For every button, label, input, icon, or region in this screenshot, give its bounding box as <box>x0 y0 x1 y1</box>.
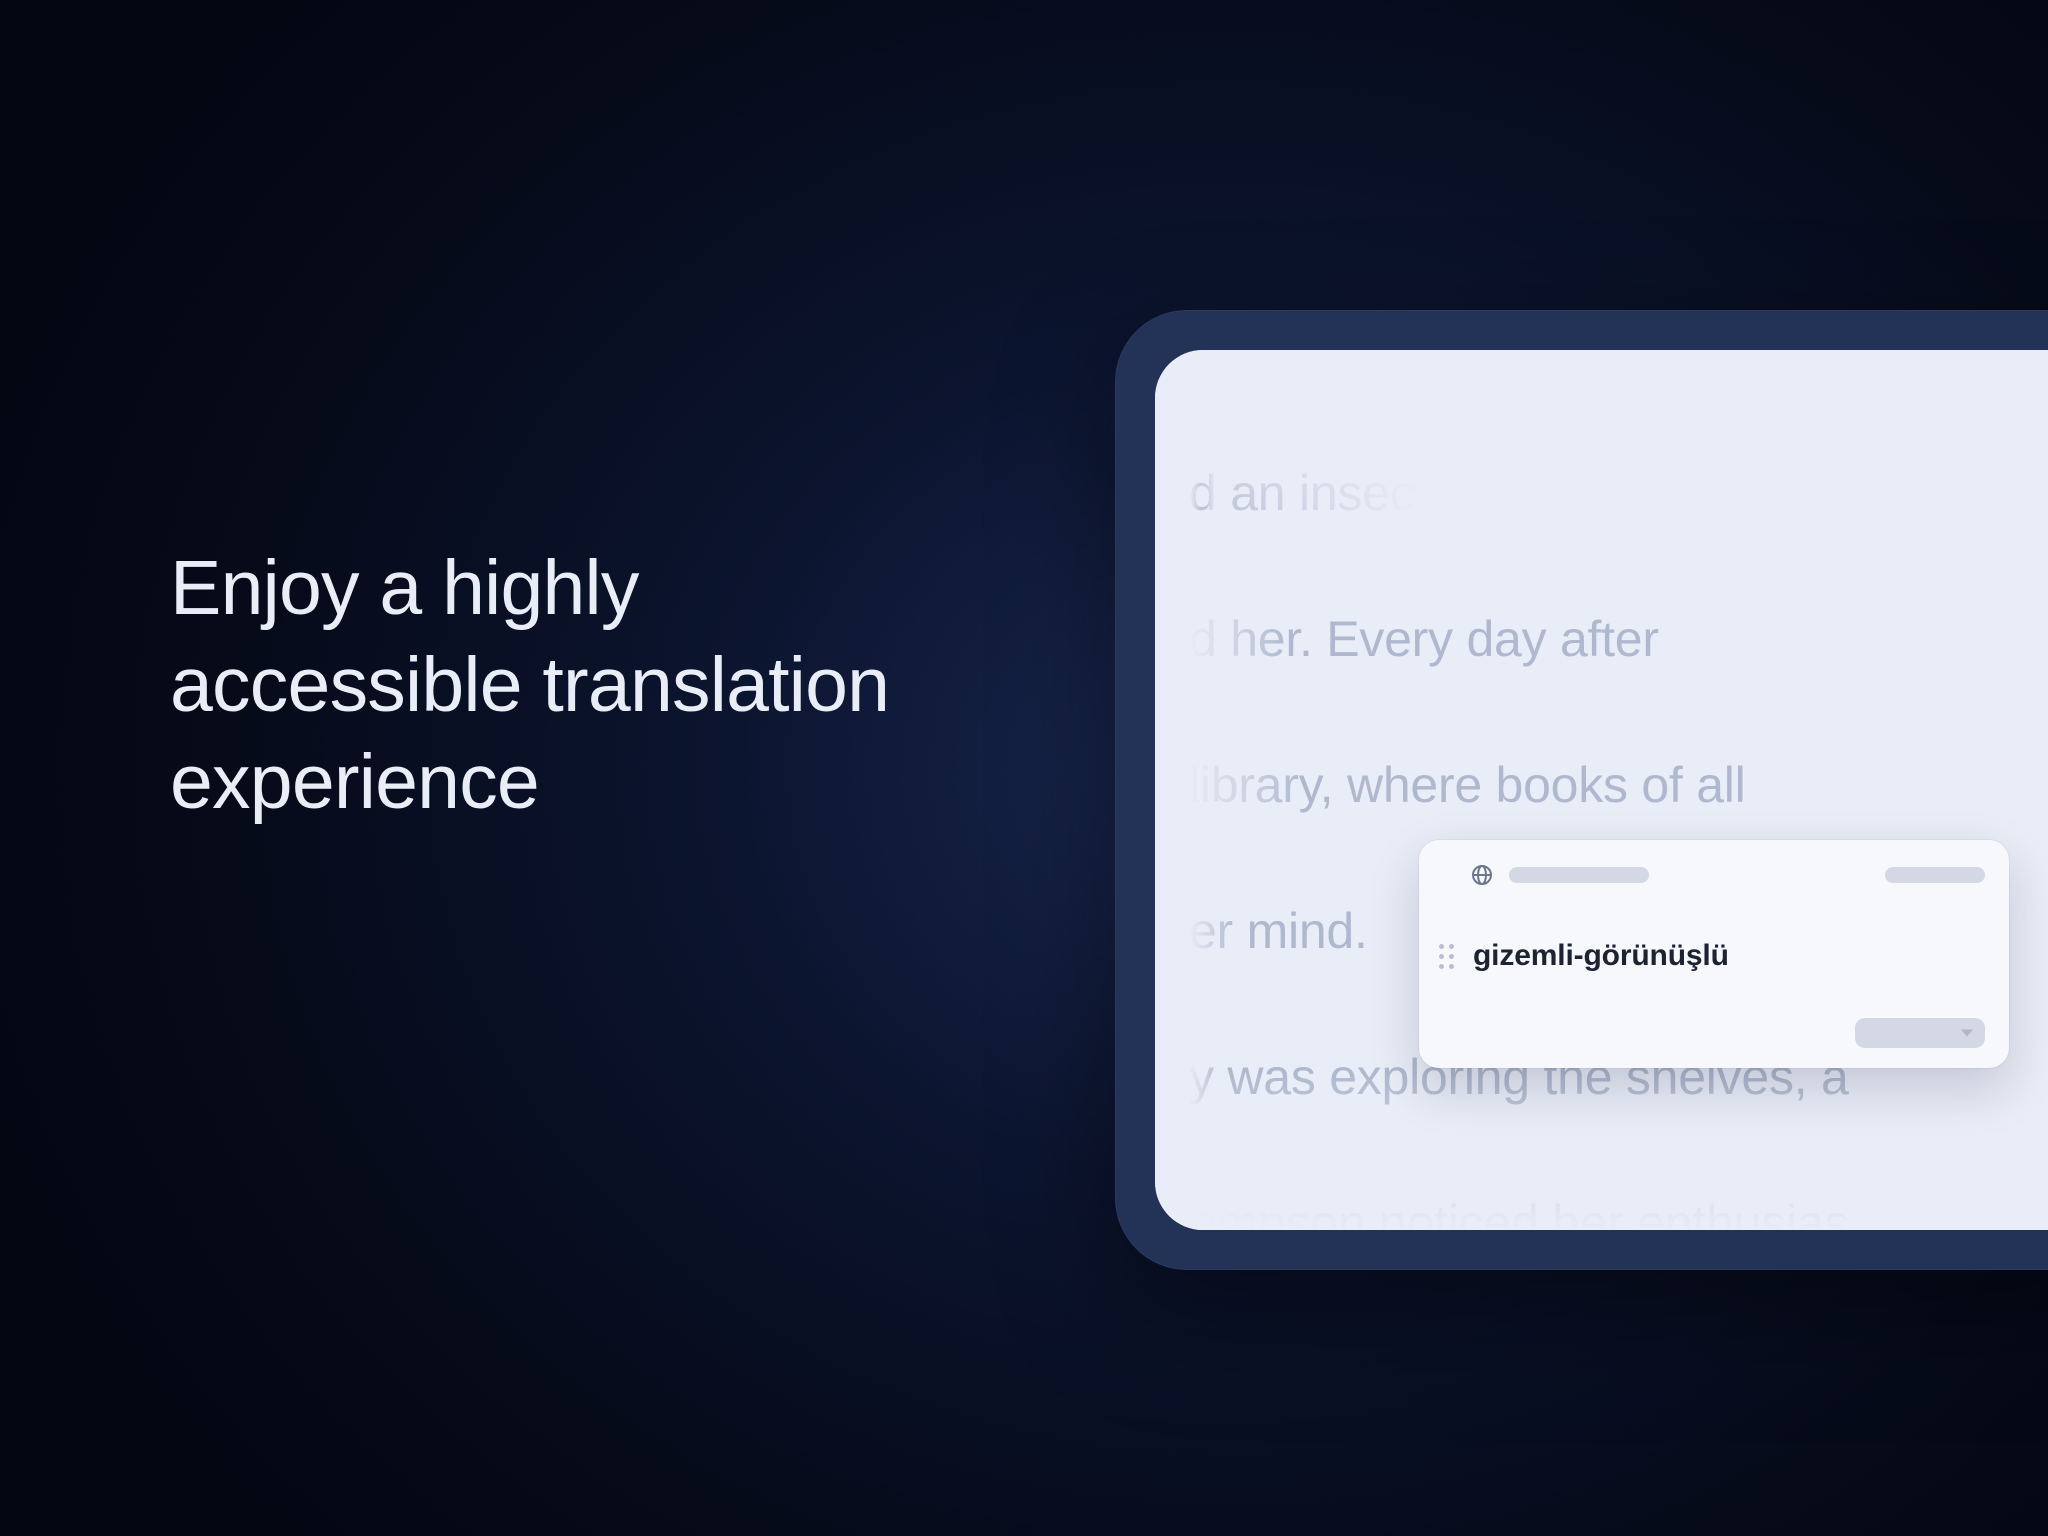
popup-body: gizemli-görünüşlü <box>1439 939 1985 973</box>
popup-action-button[interactable] <box>1855 1018 1985 1048</box>
bg-frag: d her. <box>1189 611 1313 667</box>
translation-result-text: gizemli-görünüşlü <box>1473 939 1729 973</box>
bg-frag: ompson <box>1189 1195 1365 1230</box>
bg-frag: mind. <box>1247 903 1368 959</box>
bg-frag: d <box>1189 457 1217 530</box>
bg-frag: noticed her enthusias <box>1365 1195 1849 1230</box>
bg-frag: er <box>1189 903 1247 959</box>
bg-frag: y <box>1189 1049 1227 1105</box>
globe-translate-icon <box>1469 862 1495 888</box>
bg-frag: an insect <box>1217 465 1429 521</box>
popup-target-language-placeholder[interactable] <box>1885 867 1985 883</box>
drag-handle-icon[interactable] <box>1439 944 1457 969</box>
device-screen: d an insect d her. Every day after libra… <box>1155 350 2048 1230</box>
bg-frag: where books of all <box>1333 757 1745 813</box>
device-preview-frame: d an insect d her. Every day after libra… <box>1115 310 2048 1270</box>
bg-frag: Every day after <box>1313 611 1659 667</box>
hero-headline: Enjoy a highly accessible translation ex… <box>170 540 950 831</box>
bg-frag: library, <box>1189 757 1333 813</box>
popup-footer <box>1469 1018 1985 1048</box>
sample-paragraph: d an insect d her. Every day after libra… <box>1189 384 2048 1230</box>
translation-popup[interactable]: gizemli-görünüşlü <box>1419 840 2009 1068</box>
popup-header <box>1469 862 1985 888</box>
popup-source-language-placeholder[interactable] <box>1509 867 1649 883</box>
